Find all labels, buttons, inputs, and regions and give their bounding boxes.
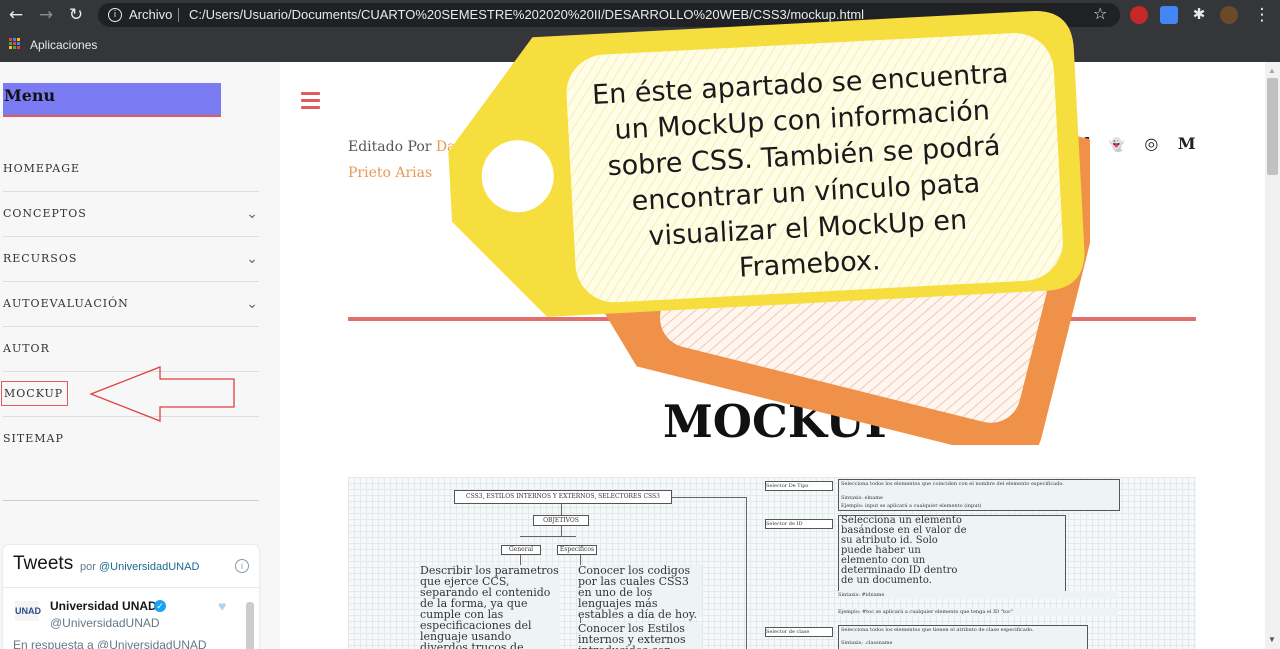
menu-title: Menu [3, 83, 221, 117]
mockup-especificos-node: Específicos [557, 545, 597, 555]
tweets-title: Tweets [13, 553, 74, 574]
mockup-selector-clase-desc: Selecciona todos los elementos que tiene… [838, 625, 1088, 649]
tweet-account-name[interactable]: Universidad UNAD [50, 599, 157, 613]
sidebar-item-recursos[interactable]: RECURSOS ⌄ [3, 237, 259, 282]
mockup-root-node: CSS3, ESTILOS INTERNOS Y EXTERNOS, SELEC… [454, 490, 672, 504]
mockup-tipo-desc: Selecciona todos los elementos que coinc… [841, 481, 1064, 487]
tweets-by-handle-link[interactable]: @UniversidadUNAD [99, 561, 199, 573]
avatar[interactable]: UNAD [15, 601, 41, 621]
sidebar: Menu HOMEPAGE CONCEPTOS ⌄ RECURSOS ⌄ AUT… [0, 62, 280, 649]
chevron-down-icon[interactable]: ⌄ [246, 237, 259, 281]
mockup-clase-sintaxis: Sintaxis: .classname [841, 640, 893, 646]
sidebar-item-label: AUTOEVALUACIÓN [3, 297, 129, 310]
reload-icon[interactable]: ↻ [66, 5, 86, 25]
sidebar-item-label: AUTOR [3, 342, 50, 355]
extension-translate-icon[interactable] [1160, 6, 1178, 24]
address-separator [178, 8, 179, 22]
mockup-especificos-text-1: Conocer los codigos por las cuales CSS3 … [578, 565, 702, 620]
scroll-down-icon[interactable]: ▼ [1268, 635, 1276, 644]
back-arrow-icon[interactable]: ← [6, 5, 26, 25]
scrollbar-thumb[interactable] [1267, 78, 1278, 175]
tweet-reply-text: En respuesta a @UniversidadUNAD [13, 638, 207, 649]
author-name-line2: Prieto Arias [348, 165, 433, 181]
instagram-icon[interactable]: ◎ [1144, 134, 1158, 153]
twitter-bird-icon[interactable]: ♥ [218, 598, 226, 614]
chevron-down-icon[interactable]: ⌄ [246, 282, 259, 326]
extensions-puzzle-icon[interactable]: ✱ [1190, 6, 1208, 24]
mockup-id-desc: Selecciona un elemento basándose en el v… [841, 515, 967, 586]
mockup-image[interactable]: CSS3, ESTILOS INTERNOS Y EXTERNOS, SELEC… [348, 477, 1196, 649]
verified-icon: ✓ [154, 600, 166, 612]
medium-icon[interactable]: M [1178, 134, 1196, 153]
sidebar-item-label: MOCKUP [1, 381, 69, 406]
social-links: f 👻 ◎ M [1082, 134, 1210, 153]
sidebar-item-autoevaluacion[interactable]: AUTOEVALUACIÓN ⌄ [3, 282, 259, 327]
snapchat-icon[interactable]: 👻 [1109, 138, 1125, 153]
connector-line [520, 536, 576, 537]
chevron-down-icon[interactable]: ⌄ [246, 192, 259, 236]
mockup-general-node: General [501, 545, 541, 555]
tweets-scrollbar[interactable] [246, 602, 254, 649]
connector-line [672, 497, 746, 498]
mockup-clase-desc: Selecciona todos los elementos que tiene… [841, 627, 1034, 633]
mockup-selector-id-desc: Selecciona un elemento basándose en el v… [838, 515, 1066, 595]
apps-grid-icon[interactable] [9, 38, 21, 50]
pointer-arrow-annotation [89, 366, 235, 422]
browser-menu-icon[interactable]: ⋮ [1252, 5, 1272, 25]
profile-avatar[interactable] [1220, 6, 1238, 24]
connector-line [561, 526, 562, 536]
extension-adblock-icon[interactable] [1130, 6, 1148, 24]
sidebar-divider [3, 500, 259, 501]
edited-by-label: Editado Por [348, 139, 432, 155]
info-icon[interactable]: i [235, 559, 249, 573]
bookmark-star-icon[interactable]: ☆ [1093, 4, 1107, 23]
address-prefix: Archivo [129, 7, 173, 22]
tweets-by: por @UniversidadUNAD [80, 561, 200, 573]
connector-line [746, 497, 747, 649]
mockup-id-ejemplo: Ejemplo: #toc se aplicará a cualquier el… [838, 608, 1118, 616]
mockup-tipo-ejemplo: Ejemplo: input se aplicará a cualquier e… [841, 503, 982, 509]
sidebar-item-label: RECURSOS [3, 252, 78, 265]
sidebar-item-label: HOMEPAGE [3, 162, 81, 175]
twitter-widget: Tweets por @UniversidadUNAD i UNAD Unive… [3, 545, 259, 649]
tweet-account-handle[interactable]: @UniversidadUNAD [50, 616, 160, 630]
info-icon[interactable]: i [108, 8, 122, 22]
sidebar-item-label: SITEMAP [3, 432, 64, 445]
mockup-objetivos-node: OBJETIVOS [533, 515, 589, 526]
sidebar-item-conceptos[interactable]: CONCEPTOS ⌄ [3, 192, 259, 237]
mockup-tipo-sintaxis: Sintaxis: elname [841, 495, 883, 501]
divider [3, 587, 259, 588]
mockup-selector-tipo-desc: Selecciona todos los elementos que coinc… [838, 479, 1120, 511]
mockup-selector-tipo: Selector De Tipo [765, 481, 833, 491]
sidebar-item-label: CONCEPTOS [3, 207, 87, 220]
hamburger-menu-icon[interactable] [301, 92, 320, 113]
mockup-selector-id: Selector de ID [765, 519, 833, 529]
connector-line [561, 504, 562, 515]
forward-arrow-icon[interactable]: → [36, 5, 56, 25]
mockup-selector-clase: Selector de clase [765, 627, 833, 637]
mockup-especificos-text-2: Conocer los Estilos internos y externos … [578, 623, 702, 649]
bookmark-apps[interactable]: Aplicaciones [30, 38, 97, 52]
mockup-general-text: Describir los parametros que ejerce CCS,… [420, 564, 560, 649]
mockup-id-sintaxis: Sintaxis: #idname [838, 591, 1118, 599]
sidebar-item-homepage[interactable]: HOMEPAGE [3, 147, 259, 192]
tag-annotation-text: En éste apartado se encuentra un MockUp … [591, 58, 1010, 284]
scroll-up-icon[interactable]: ▲ [1268, 66, 1276, 75]
